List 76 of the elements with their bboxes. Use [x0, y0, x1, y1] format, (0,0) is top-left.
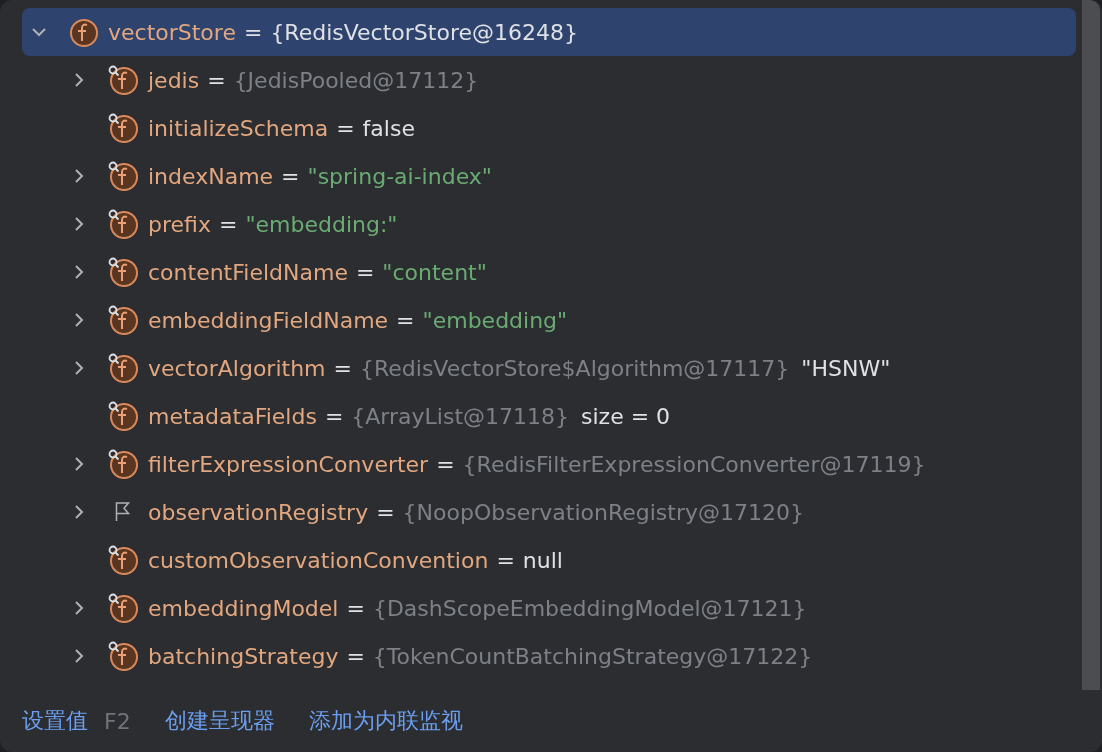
- variable-row[interactable]: initializeSchema = false: [22, 104, 1076, 152]
- variable-value: {RedisVectorStore$Algorithm@17117}: [359, 355, 790, 381]
- variable-name: contentFieldName: [148, 259, 348, 285]
- variable-name: initializeSchema: [148, 115, 329, 141]
- variable-row[interactable]: filterExpressionConverter = {RedisFilterExpressionConverter@17119}: [22, 440, 1076, 488]
- variable-value: {ArrayList@17118}: [351, 403, 569, 429]
- equals-sign: =: [436, 451, 455, 477]
- variable-name: vectorStore: [108, 19, 236, 45]
- field-icon: [68, 16, 100, 48]
- equals-sign: =: [324, 403, 344, 429]
- variable-value: "content": [382, 259, 487, 285]
- scrollbar[interactable]: [1082, 0, 1100, 690]
- private-field-icon: [108, 256, 140, 288]
- variable-row[interactable]: observationRegistry = {NoopObservationRegistry@17120}: [22, 488, 1076, 536]
- private-field-icon: [108, 352, 140, 384]
- variable-value: size = 0: [581, 403, 671, 429]
- private-field-icon: [108, 208, 140, 240]
- variable-value: "spring-ai-index": [307, 163, 492, 189]
- variable-value: {RedisFilterExpressionConverter@17119}: [462, 451, 926, 477]
- variable-row[interactable]: indexName = "spring-ai-index": [22, 152, 1076, 200]
- variable-name: indexName: [148, 163, 274, 189]
- private-field-icon: [108, 400, 140, 432]
- variable-row[interactable]: embeddingFieldName = "embedding": [22, 296, 1076, 344]
- variable-value: {TokenCountBatchingStrategy@17122}: [372, 643, 813, 669]
- shortcut-hint: F2: [104, 708, 131, 734]
- equals-sign: =: [496, 547, 515, 573]
- variable-value: "HSNW": [801, 355, 891, 381]
- equals-sign: =: [218, 211, 238, 237]
- equals-sign: =: [333, 355, 352, 381]
- private-field-icon: [108, 448, 140, 480]
- variable-name: batchingStrategy: [148, 643, 339, 669]
- equals-sign: =: [336, 115, 355, 141]
- variable-name: embeddingModel: [148, 595, 339, 621]
- variable-name: prefix: [148, 211, 211, 237]
- variable-row[interactable]: vectorStore = {RedisVectorStore@16248}: [22, 8, 1076, 56]
- variable-name: metadataFields: [148, 403, 317, 429]
- private-field-icon: [108, 112, 140, 144]
- variable-row[interactable]: prefix = "embedding:": [22, 200, 1076, 248]
- variable-row[interactable]: jedis = {JedisPooled@17112}: [22, 56, 1076, 104]
- equals-sign: =: [207, 67, 226, 93]
- variable-row[interactable]: contentFieldName = "content": [22, 248, 1076, 296]
- equals-sign: =: [396, 307, 415, 333]
- action-link[interactable]: 创建呈现器: [164, 706, 275, 736]
- variable-row[interactable]: customObservationConvention = null: [22, 536, 1076, 584]
- variable-name: vectorAlgorithm: [148, 355, 326, 381]
- equals-sign: =: [346, 643, 365, 669]
- variable-value: {NoopObservationRegistry@17120}: [402, 499, 804, 525]
- private-field-icon: [108, 304, 140, 336]
- variable-value: "embedding:": [245, 211, 398, 237]
- variable-name: filterExpressionConverter: [148, 451, 429, 477]
- variable-name: embeddingFieldName: [148, 307, 389, 333]
- equals-sign: =: [346, 595, 365, 621]
- variable-name: observationRegistry: [148, 499, 369, 525]
- variable-value: {JedisPooled@17112}: [233, 67, 479, 93]
- private-field-icon: [108, 592, 140, 624]
- variable-name: jedis: [148, 67, 200, 93]
- variable-value: false: [362, 115, 415, 141]
- variable-row[interactable]: batchingStrategy = {TokenCountBatchingStrategy@17122}: [22, 632, 1076, 680]
- variable-value: "embedding": [422, 307, 568, 333]
- variable-value: {RedisVectorStore@16248}: [270, 19, 578, 45]
- equals-sign: =: [281, 163, 300, 189]
- variable-row[interactable]: embeddingModel = {DashScopeEmbeddingModel@17121}: [22, 584, 1076, 632]
- equals-sign: =: [243, 19, 263, 45]
- private-field-icon: [108, 160, 140, 192]
- equals-sign: =: [376, 499, 395, 525]
- variable-value: {DashScopeEmbeddingModel@17121}: [372, 595, 807, 621]
- variable-row[interactable]: metadataFields = {ArrayList@17118} size = 0: [22, 392, 1076, 440]
- action-link[interactable]: 添加为内联监视: [308, 706, 463, 736]
- private-field-icon: [108, 544, 140, 576]
- variable-row[interactable]: vectorAlgorithm = {RedisVectorStore$Algorithm@17117} "HSNW": [22, 344, 1076, 392]
- private-field-icon: [108, 64, 140, 96]
- variable-value: null: [522, 547, 563, 573]
- variable-name: customObservationConvention: [148, 547, 489, 573]
- private-field-icon: [108, 640, 140, 672]
- action-link[interactable]: 设置值: [22, 706, 88, 736]
- equals-sign: =: [355, 259, 375, 285]
